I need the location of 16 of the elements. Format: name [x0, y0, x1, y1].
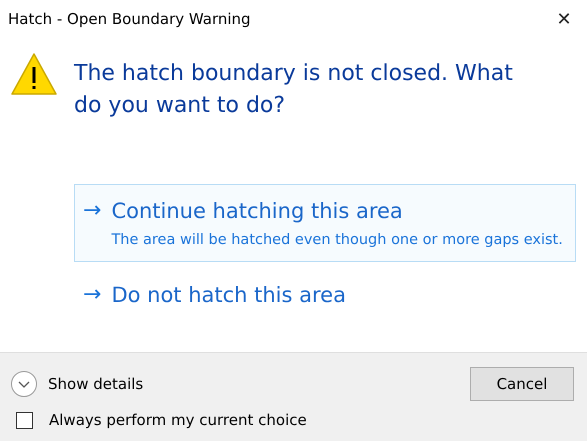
- chevron-icon: [10, 370, 38, 398]
- cancel-button[interactable]: Cancel: [470, 367, 574, 401]
- command-link-label: Continue hatching this area: [111, 198, 404, 225]
- command-link-label: Do not hatch this area: [111, 282, 346, 309]
- arrow-icon: →: [83, 197, 102, 251]
- close-button[interactable]: ✕: [541, 0, 587, 38]
- command-link-description: The area will be hatched even though one or more gaps exist.: [111, 231, 563, 250]
- checkbox-label: Always perform my current choice: [49, 411, 307, 429]
- window-title: Hatch - Open Boundary Warning: [8, 10, 251, 28]
- main-instruction: The hatch boundary is not closed. What do you want to do?: [74, 60, 514, 120]
- warning-icon: [10, 52, 58, 96]
- command-link[interactable]: → Do not hatch this area: [74, 268, 576, 320]
- show-details-button[interactable]: Show details: [10, 370, 144, 398]
- command-link[interactable]: → Continue hatching this area The area will be hatched even though one or more gaps exist.: [74, 184, 576, 262]
- checkbox[interactable]: [16, 412, 33, 428]
- arrow-icon: →: [83, 281, 102, 309]
